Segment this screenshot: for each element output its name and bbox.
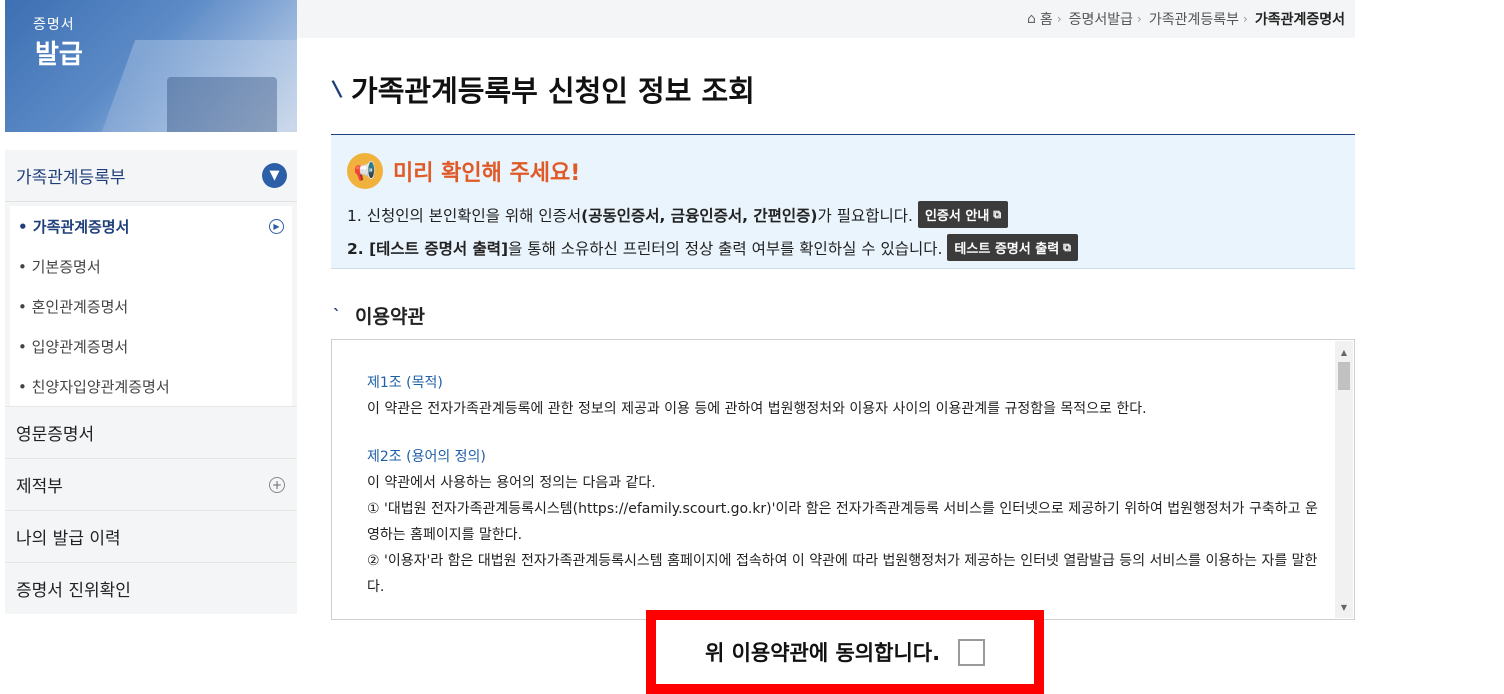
- button-label: 인증서 안내: [924, 209, 990, 224]
- external-link-icon: ⧉: [1063, 240, 1072, 254]
- sidebar-item-label: • 기본증명서: [18, 257, 101, 276]
- terms-scrollbar[interactable]: ▲ ▼: [1335, 341, 1353, 618]
- article-body: 이 약관에서 사용하는 용어의 정의는 다음과 같다.: [367, 475, 656, 491]
- article-title: 제2조 (용어의 정의): [367, 449, 486, 465]
- scroll-down-arrow-icon[interactable]: ▼: [1335, 598, 1353, 616]
- chevron-right-icon: ›: [1243, 12, 1248, 26]
- article-body: ② '이용자'라 함은 대법원 전자가족관계등록시스템 홈페이지에 접속하여 이…: [367, 553, 1318, 595]
- article-body: ① '대법원 전자가족관계등록시스템(https://efamily.scour…: [367, 501, 1318, 543]
- agree-terms-label[interactable]: 위 이용약관에 동의합니다.: [705, 637, 940, 667]
- sidebar-nav: 가족관계등록부 ▼ • 가족관계증명서 ▶ • 기본증명서 • 혼인관계증명서 …: [5, 150, 297, 614]
- sidebar-section-family-register[interactable]: 가족관계등록부 ▼: [5, 150, 297, 202]
- sidebar-item-marriage-cert[interactable]: • 혼인관계증명서: [10, 286, 292, 326]
- sidebar-item-label: • 친양자입양관계증명서: [18, 377, 170, 396]
- breadcrumb: ⌂ 홈 › 증명서발급 › 가족관계등록부 › 가족관계증명서: [297, 0, 1355, 38]
- external-link-icon: ⧉: [993, 207, 1002, 221]
- sidebar-submenu: • 가족관계증명서 ▶ • 기본증명서 • 혼인관계증명서 • 입양관계증명서 …: [5, 202, 297, 406]
- sidebar-item-label: 제적부: [16, 477, 63, 497]
- article-body: 이 약관은 전자가족관계등록에 관한 정보의 제공과 이용 등에 관하여 법원행…: [367, 401, 1147, 417]
- sidebar-item-family-relation-cert[interactable]: • 가족관계증명서 ▶: [10, 206, 292, 246]
- breadcrumb-item[interactable]: 가족관계등록부: [1149, 9, 1239, 29]
- sidebar-item-label: 영문증명서: [16, 425, 95, 445]
- page: 증명서 발급 가족관계등록부 ▼ • 가족관계증명서 ▶ • 기본증명서 • 혼…: [0, 0, 1504, 694]
- sidebar-item-cert-verification[interactable]: 증명서 진위확인: [5, 562, 297, 614]
- sidebar-item-label: 나의 발급 이력: [16, 529, 121, 549]
- sidebar-item-label: • 가족관계증명서: [18, 217, 130, 236]
- notice-text: 가 필요합니다.: [817, 206, 913, 225]
- title-tick-icon: \: [330, 75, 344, 103]
- banner-title-line2: 발급: [35, 40, 83, 70]
- sidebar-item-label: • 혼인관계증명서: [18, 297, 129, 316]
- page-title: 가족관계등록부 신청인 정보 조회: [351, 74, 755, 108]
- sidebar-banner: 증명서 발급: [5, 0, 297, 132]
- breadcrumb-home[interactable]: 홈: [1040, 9, 1053, 29]
- page-title-row: \ 가족관계등록부 신청인 정보 조회: [330, 68, 755, 110]
- title-tick-icon: `: [333, 306, 341, 325]
- chevron-right-icon: ›: [1056, 12, 1062, 26]
- sidebar-item-full-adoption-cert[interactable]: • 친양자입양관계증명서: [10, 366, 292, 406]
- notice-text: 을 통해 소유하신 프린터의 정상 출력 여부를 확인하실 수 있습니다.: [508, 239, 943, 258]
- agree-terms-highlight: 위 이용약관에 동의합니다.: [646, 610, 1044, 694]
- play-circle-icon: ▶: [269, 218, 284, 234]
- breadcrumb-item[interactable]: 증명서발급: [1069, 9, 1133, 29]
- sidebar-item-adoption-cert[interactable]: • 입양관계증명서: [10, 326, 292, 366]
- megaphone-icon: 📢: [347, 153, 383, 189]
- sidebar-item-label: 증명서 진위확인: [16, 581, 131, 601]
- notice-box: 📢 미리 확인해 주세요! 1. 신청인의 본인확인을 위해 인증서 (공동인증서…: [331, 134, 1355, 269]
- button-label: 테스트 증명서 출력: [954, 242, 1060, 257]
- notice-text: 1. 신청인의 본인확인을 위해 인증서: [347, 206, 582, 225]
- sidebar-item-english-cert[interactable]: 영문증명서: [5, 406, 297, 458]
- agree-terms-checkbox[interactable]: [958, 638, 986, 666]
- notice-text-bold: (공동인증서, 금융인증서, 간편인증): [581, 206, 818, 225]
- sidebar-section-label: 가족관계등록부: [16, 168, 126, 188]
- terms-title: 이용약관: [355, 306, 425, 328]
- banner-book-image: [167, 77, 277, 132]
- sidebar-item-issue-history[interactable]: 나의 발급 이력: [5, 510, 297, 562]
- sidebar-item-label: • 입양관계증명서: [18, 337, 129, 356]
- home-icon[interactable]: ⌂: [1027, 11, 1036, 27]
- terms-content: 제1조 (목적) 이 약관은 전자가족관계등록에 관한 정보의 제공과 이용 등…: [367, 370, 1327, 600]
- notice-text-bold: 2. [테스트 증명서 출력]: [347, 239, 509, 258]
- banner-title-line1: 증명서: [33, 17, 75, 33]
- chevron-down-icon[interactable]: ▼: [262, 163, 287, 188]
- sidebar-item-basic-cert[interactable]: • 기본증명서: [10, 246, 292, 286]
- article-title: 제1조 (목적): [367, 375, 443, 391]
- notice-heading: 미리 확인해 주세요!: [393, 161, 581, 186]
- notice-line-1: 1. 신청인의 본인확인을 위해 인증서 (공동인증서, 금융인증서, 간편인증)…: [347, 201, 1339, 228]
- cert-guide-button[interactable]: 인증서 안내 ⧉: [917, 201, 1009, 228]
- scroll-up-arrow-icon[interactable]: ▲: [1335, 343, 1353, 361]
- terms-title-row: ` 이용약관: [333, 302, 425, 329]
- breadcrumb-current: 가족관계증명서: [1254, 12, 1345, 28]
- test-print-button[interactable]: 테스트 증명서 출력 ⧉: [947, 234, 1079, 261]
- terms-scroll-box[interactable]: 제1조 (목적) 이 약관은 전자가족관계등록에 관한 정보의 제공과 이용 등…: [331, 339, 1355, 620]
- sidebar-item-removed-register[interactable]: 제적부 +: [5, 458, 297, 510]
- scrollbar-thumb[interactable]: [1338, 362, 1350, 390]
- plus-circle-icon[interactable]: +: [269, 476, 285, 493]
- notice-line-2: 2. [테스트 증명서 출력] 을 통해 소유하신 프린터의 정상 출력 여부를 …: [347, 234, 1339, 261]
- chevron-right-icon: ›: [1137, 12, 1142, 26]
